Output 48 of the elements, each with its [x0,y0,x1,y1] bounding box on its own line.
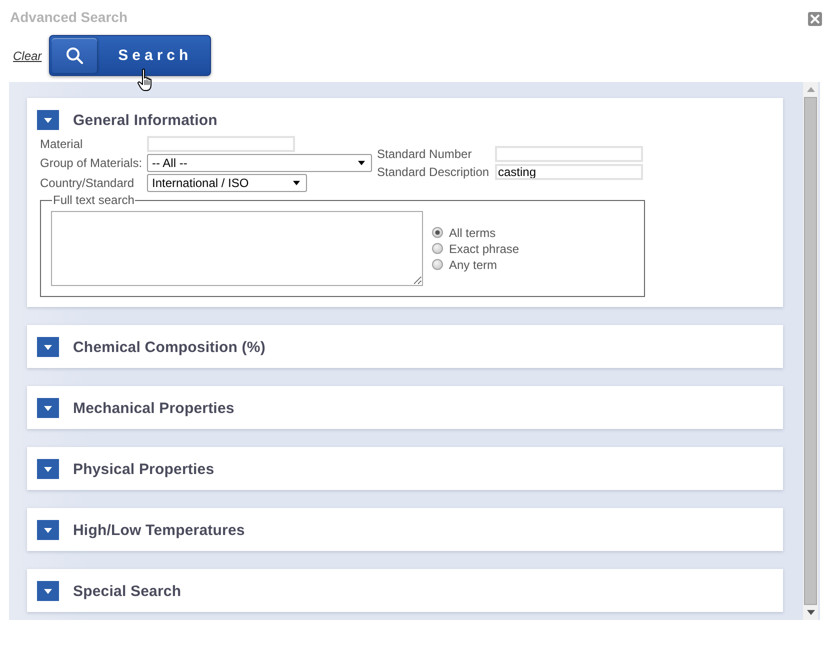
scrollbar-thumb[interactable] [804,97,817,605]
group-legend: Full text search [52,194,136,206]
caret-down-icon [44,588,52,594]
scrollbar[interactable] [803,82,818,620]
field-label: Country/Standard [40,176,136,190]
caret-down-icon [44,344,52,350]
caret-down-icon [44,466,52,472]
section-title[interactable]: Chemical Composition (%) [73,338,266,356]
search-icon [66,47,83,64]
search-button[interactable]: Search [48,35,211,76]
field-label: Material [40,137,84,151]
caret-down-icon [44,528,52,532]
toggle-button[interactable] [37,581,59,601]
radio-label: Exact phrase [449,242,520,256]
section-title[interactable]: High/Low Temperatures [73,522,245,538]
toggle-button[interactable] [37,337,59,357]
toggle-button[interactable] [37,459,59,479]
caret-down-icon [44,118,52,122]
radio-button[interactable] [432,259,443,270]
scroll-down-arrow-icon [806,610,814,615]
section-title[interactable]: Mechanical Properties [73,400,234,416]
full-text-search-field[interactable] [51,211,423,286]
clear-link[interactable]: Clear [13,48,42,62]
field-label: Standard Number [377,147,473,161]
radio-label: All terms [449,226,496,240]
section-title[interactable]: Special Search [73,582,182,600]
caret-down-icon [44,406,52,410]
dropdown-caret-icon [293,180,300,186]
radio-label: Any term [449,258,498,272]
group-select[interactable]: -- All -- [147,154,372,172]
toggle-button[interactable] [37,398,59,418]
section-title[interactable]: General Information [73,112,218,128]
country-select[interactable]: International / ISO [147,174,307,192]
standard-number-input-field[interactable] [495,146,643,162]
close-button[interactable] [808,12,822,26]
toggle-button[interactable] [37,110,59,130]
window-title: Advanced Search [10,9,128,25]
toggle-button[interactable] [37,520,59,540]
close-icon [810,14,820,24]
section-title[interactable]: Physical Properties [73,460,214,478]
scroll-up-arrow-icon [806,87,814,92]
hand-cursor-icon [137,68,154,92]
dropdown-caret-icon [358,160,365,166]
field-label: Standard Description [377,165,490,179]
radio-button[interactable] [432,243,443,254]
radio-button[interactable] [432,227,443,238]
field-label: Group of Materials: [40,156,144,170]
material-input-field[interactable] [147,136,295,152]
